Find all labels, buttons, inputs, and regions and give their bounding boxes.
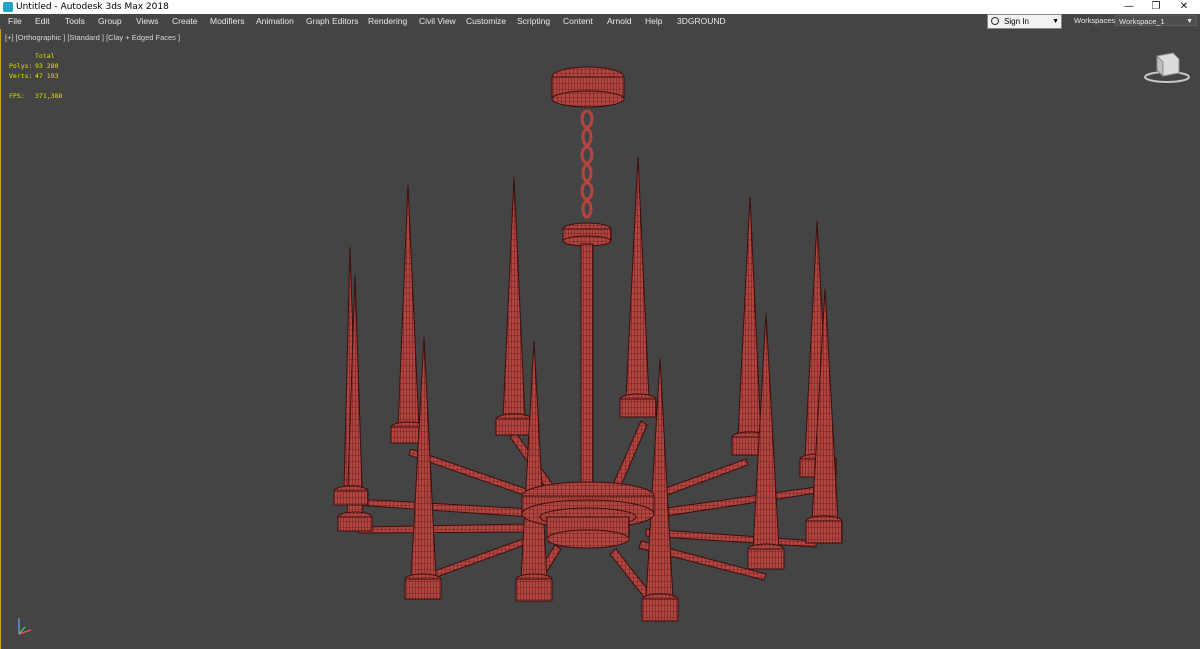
central-stem	[580, 243, 594, 495]
menu-tools[interactable]: Tools	[65, 14, 85, 28]
viewcube-icon[interactable]	[1144, 52, 1190, 83]
workspace-select[interactable]: Workspace_1 ▼	[1115, 15, 1197, 26]
menu-3dground[interactable]: 3DGROUND	[677, 14, 726, 28]
menu-customize[interactable]: Customize	[466, 14, 506, 28]
stats-fps-value: 371,388	[35, 92, 63, 100]
app-icon	[3, 2, 13, 12]
menu-graph-editors[interactable]: Graph Editors	[306, 14, 358, 28]
menu-views[interactable]: Views	[136, 14, 159, 28]
menu-animation[interactable]: Animation	[256, 14, 294, 28]
stats-verts-label: Verts:	[9, 72, 33, 80]
menu-create[interactable]: Create	[172, 14, 198, 28]
menu-bar: File Edit Tools Group Views Create Modif…	[0, 14, 1200, 29]
menu-modifiers[interactable]: Modifiers	[210, 14, 244, 28]
menu-group[interactable]: Group	[98, 14, 122, 28]
window-title: Untitled - Autodesk 3ds Max 2018	[16, 2, 169, 12]
user-icon	[991, 17, 999, 25]
sign-in-dropdown[interactable]: Sign In ▼	[987, 14, 1062, 29]
stats-header: Total	[35, 52, 55, 60]
menu-edit[interactable]: Edit	[35, 14, 50, 28]
menu-arnold[interactable]: Arnold	[607, 14, 632, 28]
minimize-button[interactable]: —	[1116, 0, 1142, 14]
menu-rendering[interactable]: Rendering	[368, 14, 407, 28]
chevron-down-icon: ▼	[1186, 18, 1193, 25]
viewport-scene[interactable]	[1, 29, 1200, 649]
stem-collar	[562, 222, 612, 247]
stats-verts-value: 47 193	[35, 72, 59, 80]
close-button[interactable]: ✕	[1171, 0, 1197, 14]
menu-civil-view[interactable]: Civil View	[419, 14, 456, 28]
stats-polys-value: 93 280	[35, 62, 59, 70]
viewport-label[interactable]: [+] [Orthographic ] [Standard ] [Clay + …	[5, 33, 180, 42]
viewport[interactable]: [+] [Orthographic ] [Standard ] [Clay + …	[0, 29, 1200, 649]
menu-file[interactable]: File	[8, 14, 22, 28]
chevron-down-icon: ▼	[1052, 18, 1059, 25]
stats-polys-label: Polys:	[9, 62, 33, 70]
workspace-value: Workspace_1	[1119, 17, 1165, 26]
maximize-button[interactable]: ❐	[1143, 0, 1169, 14]
menu-scripting[interactable]: Scripting	[517, 14, 550, 28]
stats-fps-label: FPS:	[9, 92, 25, 100]
workspaces-label: Workspaces:	[1074, 16, 1118, 25]
sign-in-label: Sign In	[1004, 17, 1029, 26]
menu-help[interactable]: Help	[645, 14, 662, 28]
chain	[580, 109, 594, 219]
title-bar: Untitled - Autodesk 3ds Max 2018 — ❐ ✕	[0, 0, 1200, 14]
ceiling-canopy	[551, 66, 625, 108]
axis-tripod-icon	[18, 618, 32, 635]
menu-content[interactable]: Content	[563, 14, 593, 28]
